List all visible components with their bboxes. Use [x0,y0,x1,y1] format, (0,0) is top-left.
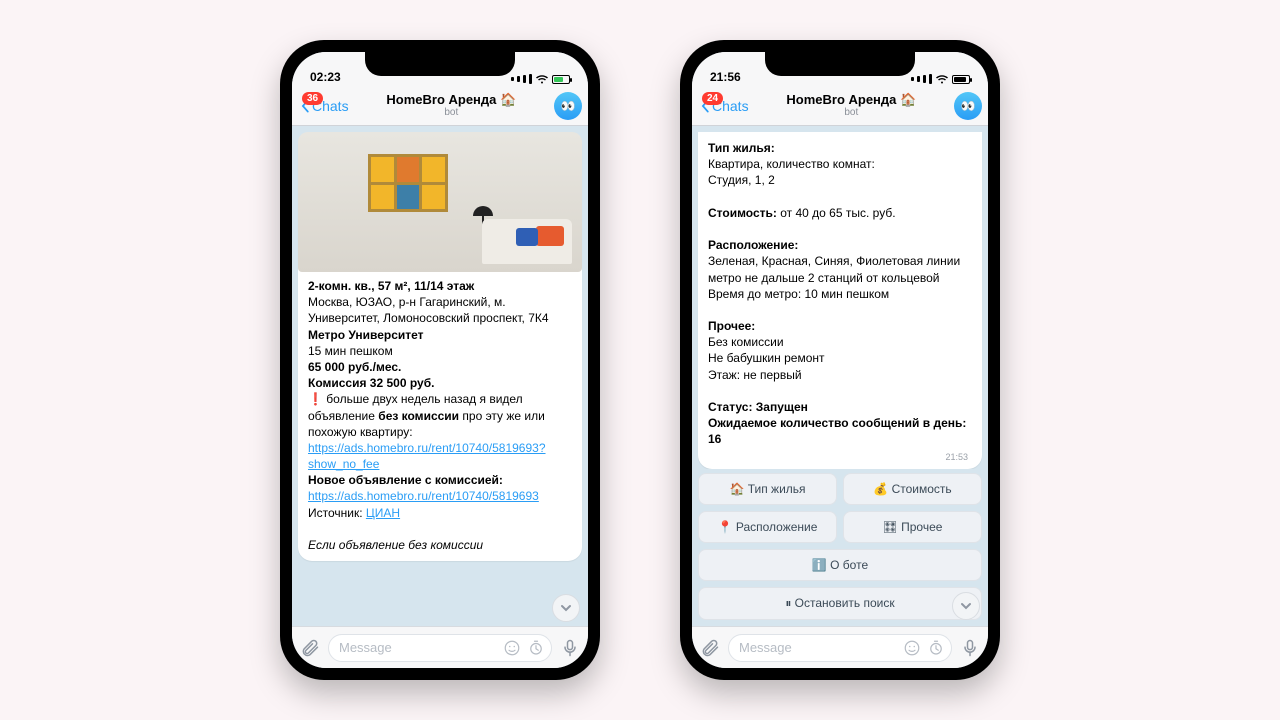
kb-other-button[interactable]: 🎛 Прочее [843,511,982,543]
fee: Комиссия 32 500 руб. [308,376,434,390]
message-bubble[interactable]: 2-комн. кв., 57 м², 11/14 этаж Москва, Ю… [298,132,582,561]
mic-icon [960,638,980,658]
placeholder: Message [739,640,792,655]
other-value: Этаж: не первый [708,368,802,382]
status-line: Статус: Запущен [708,400,808,414]
signal-icon [511,77,514,81]
wifi-icon [935,74,949,84]
metro-label: Метро Университет [308,328,424,342]
listing-address: Москва, ЮЗАО, р-н Гагаринский, м. Универ… [308,295,549,325]
mic-button[interactable] [560,638,580,658]
message-input[interactable]: Message [728,634,952,662]
signal-icon [911,77,914,81]
kb-cost-button[interactable]: 💰 Стоимость [843,473,982,505]
chevron-down-icon [959,599,973,613]
loc-value: Время до метро: 10 мин пешком [708,287,889,301]
type-value: Студия, 1, 2 [708,173,775,187]
screen: 02:23 36 Chats HomeBro Аренда 🏠 bot 👀 [292,52,588,668]
warn-bold: без комиссии [378,409,459,423]
input-bar: Message [292,626,588,668]
subtitle-text: bot [386,107,516,118]
scroll-down-button[interactable] [952,592,980,620]
message-input[interactable]: Message [328,634,552,662]
sticker-icon[interactable] [503,639,521,657]
timestamp: 21:53 [945,451,968,463]
cost-value: от 40 до 65 тыс. руб. [780,206,895,220]
other-value: Без комиссии [708,335,784,349]
chat-title[interactable]: HomeBro Аренда 🏠 bot [386,93,516,118]
chat-header: 24 Chats HomeBro Аренда 🏠 bot 👀 [692,86,988,126]
wifi-icon [535,74,549,84]
filter-bubble[interactable]: Тип жилья: Квартира, количество комнат: … [698,132,982,469]
signal-icon [517,76,520,82]
loc-heading: Расположение: [708,238,798,252]
timer-icon[interactable] [527,639,545,657]
subtitle-text: bot [786,107,916,118]
walk-time: 15 мин пешком [308,344,393,358]
kb-stop-button[interactable]: ⏸ Остановить поиск [698,587,982,620]
bot-keyboard: 🏠 Тип жилья 💰 Стоимость 📍 Расположение 🎛… [692,469,988,626]
other-value: Не бабушкин ремонт [708,351,825,365]
chat-body[interactable]: 2-комн. кв., 57 м², 11/14 этаж Москва, Ю… [292,126,588,626]
phone-left: 02:23 36 Chats HomeBro Аренда 🏠 bot 👀 [280,40,600,680]
input-bar: Message [692,626,988,668]
attach-button[interactable] [300,638,320,658]
unread-badge: 36 [302,92,323,105]
status-right [511,74,570,84]
signal-icon [523,75,526,83]
signal-icon [917,76,920,82]
avatar[interactable]: 👀 [954,92,982,120]
avatar[interactable]: 👀 [554,92,582,120]
mic-icon [560,638,580,658]
paperclip-icon [300,638,320,658]
source-label: Источник: [308,506,363,520]
unread-badge: 24 [702,92,723,105]
title-text: HomeBro Аренда 🏠 [386,93,516,107]
chat-body[interactable]: Тип жилья: Квартира, количество комнат: … [692,126,988,469]
title-text: HomeBro Аренда 🏠 [786,93,916,107]
type-value: Квартира, количество комнат: [708,157,875,171]
cost-heading: Стоимость: [708,206,777,220]
expect-line: Ожидаемое количество сообщений в день: 1… [708,416,966,446]
sticker-icon[interactable] [903,639,921,657]
phone-right: 21:56 24 Chats HomeBro Аренда 🏠 bot 👀 [680,40,1000,680]
kb-about-button[interactable]: ℹ️ О боте [698,549,982,581]
link-no-fee[interactable]: https://ads.homebro.ru/rent/10740/581969… [308,441,546,471]
placeholder: Message [339,640,392,655]
screen: 21:56 24 Chats HomeBro Аренда 🏠 bot 👀 [692,52,988,668]
notch [365,52,515,76]
signal-icon [529,74,532,84]
price: 65 000 руб./мес. [308,360,401,374]
back-button[interactable]: 24 Chats [698,98,749,114]
chevron-down-icon [559,601,573,615]
battery-icon [552,75,570,84]
notch [765,52,915,76]
status-time: 02:23 [310,70,341,84]
warning-icon: ❗ [308,392,323,406]
other-heading: Прочее: [708,319,755,333]
chat-header: 36 Chats HomeBro Аренда 🏠 bot 👀 [292,86,588,126]
back-button[interactable]: 36 Chats [298,98,349,114]
paperclip-icon [700,638,720,658]
timer-icon[interactable] [927,639,945,657]
status-right [911,74,970,84]
source-link[interactable]: ЦИАН [366,506,400,520]
attach-button[interactable] [700,638,720,658]
new-listing-label: Новое объявление с комиссией: [308,473,503,487]
battery-icon [952,75,970,84]
chat-title[interactable]: HomeBro Аренда 🏠 bot [786,93,916,118]
listing-photo[interactable] [298,132,582,272]
listing-title: 2-комн. кв., 57 м², 11/14 этаж [308,279,474,293]
italic-note: Если объявление без комиссии [308,538,483,552]
type-heading: Тип жилья: [708,141,775,155]
signal-icon [923,75,926,83]
scroll-down-button[interactable] [552,594,580,622]
kb-type-button[interactable]: 🏠 Тип жилья [698,473,837,505]
kb-location-button[interactable]: 📍 Расположение [698,511,837,543]
mic-button[interactable] [960,638,980,658]
status-time: 21:56 [710,70,741,84]
signal-icon [929,74,932,84]
link-with-fee[interactable]: https://ads.homebro.ru/rent/10740/581969… [308,489,539,503]
loc-value: Зеленая, Красная, Синяя, Фиолетовая лини… [708,254,960,284]
